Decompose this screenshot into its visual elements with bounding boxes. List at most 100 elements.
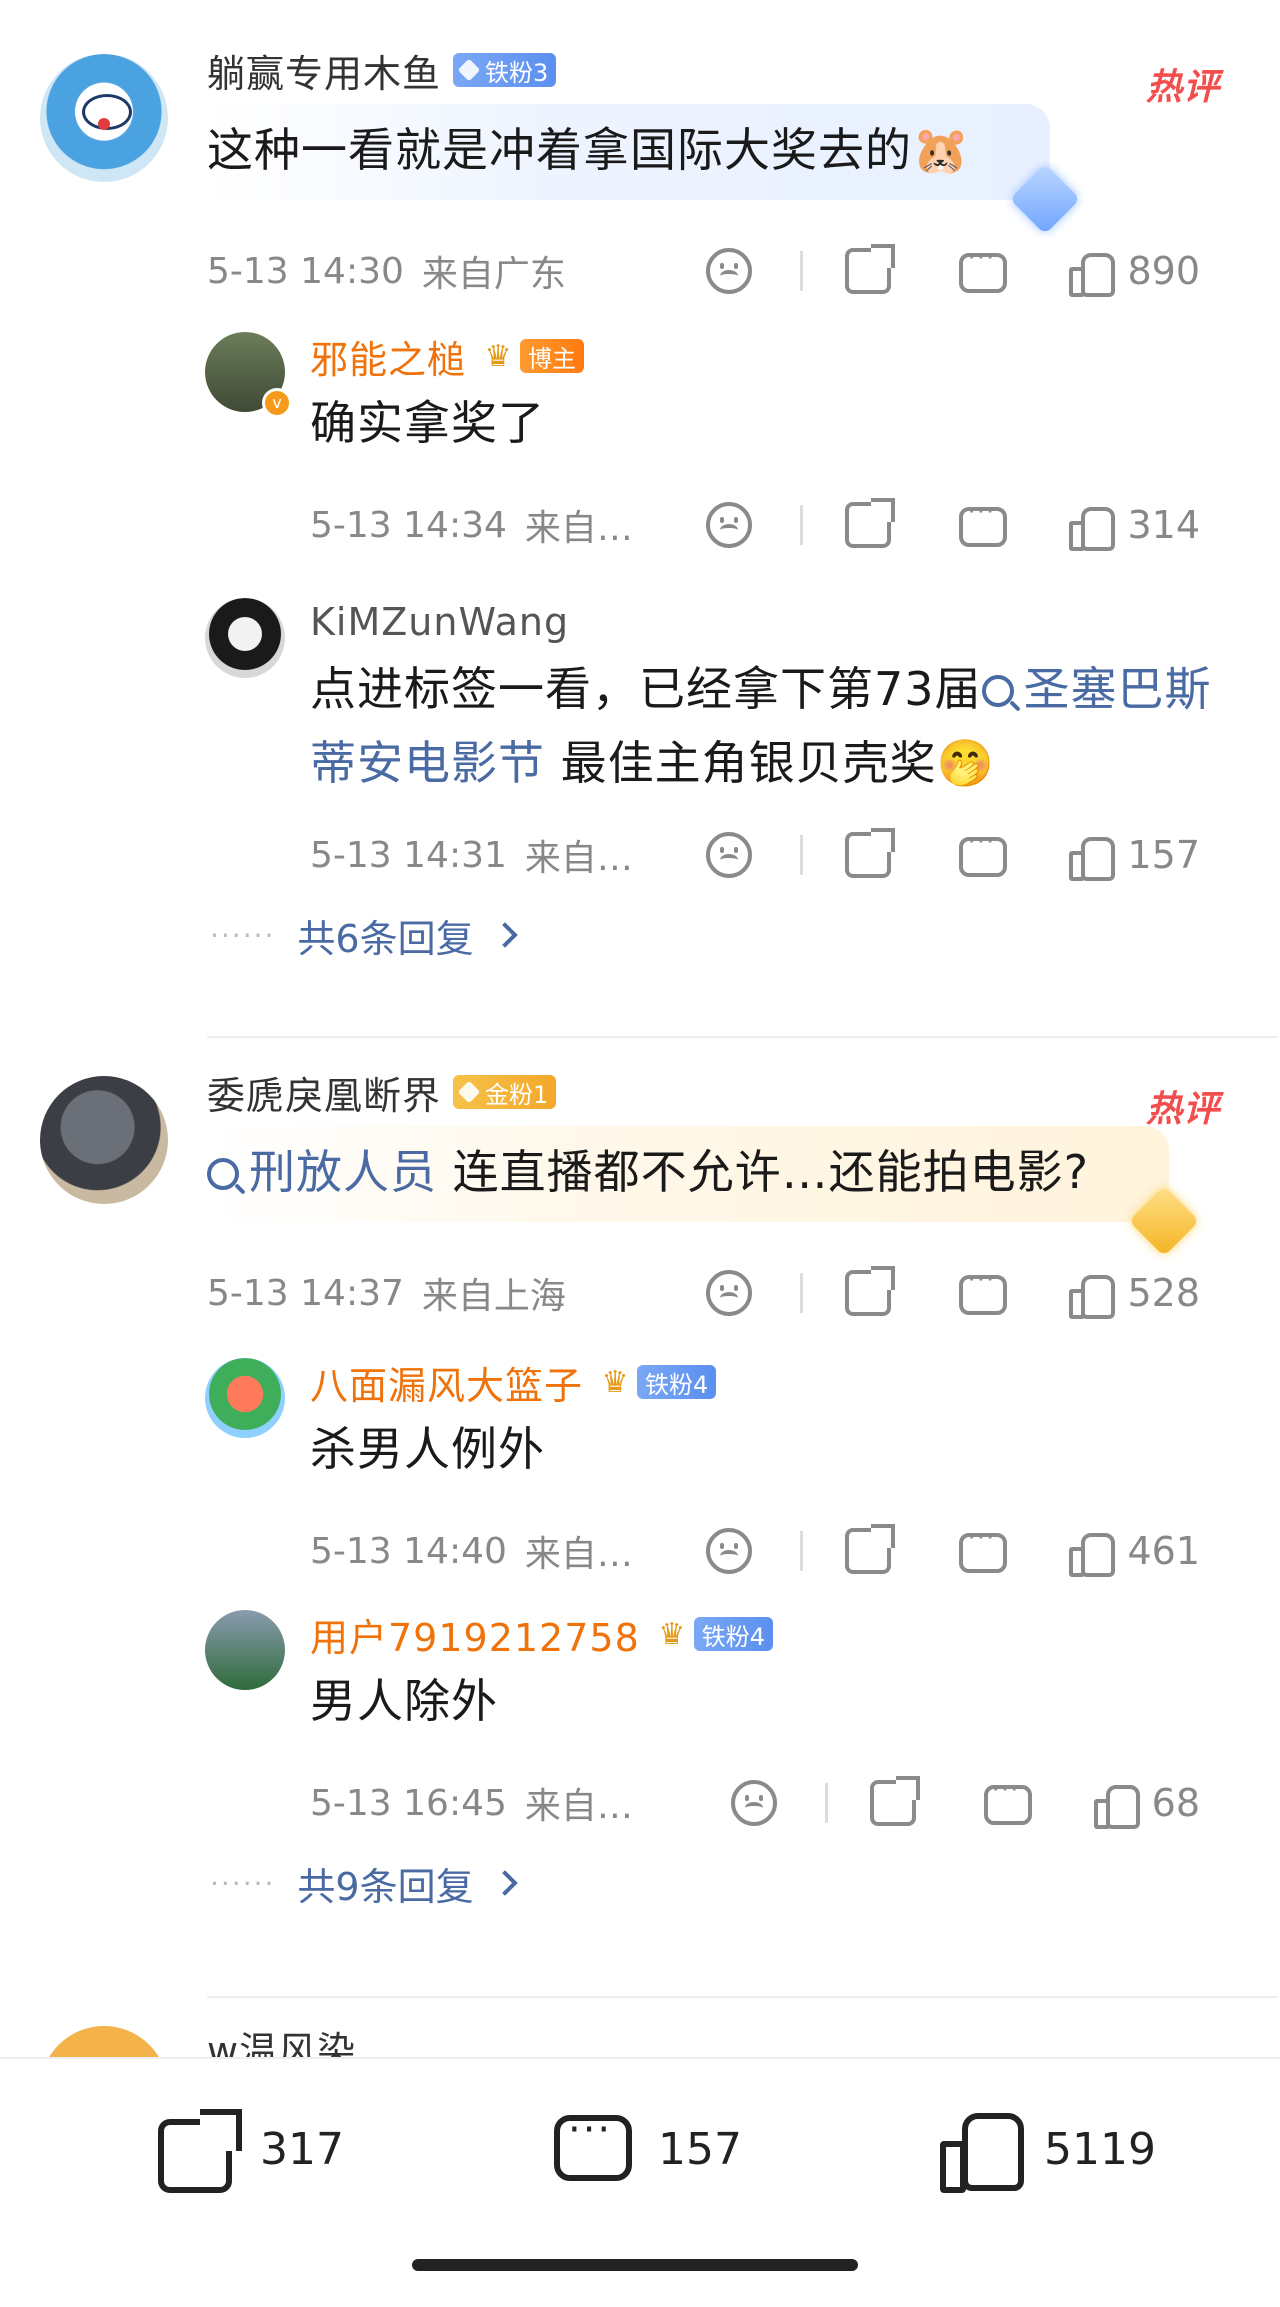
- dislike-button[interactable]: [706, 1528, 753, 1574]
- crown-icon: ♛: [484, 338, 512, 374]
- reply-text-prefix: 点进标签一看，已经拿下第73届: [310, 662, 982, 716]
- comment-header: 躺赢专用木鱼 铁粉3: [207, 40, 1240, 100]
- hot-comment-tag: 热评: [1145, 67, 1220, 108]
- comment-body: 这种一看就是冲着拿国际大奖去的: [207, 123, 912, 177]
- like-button[interactable]: 528: [1069, 1271, 1200, 1319]
- username[interactable]: 用户7919212758: [310, 1607, 640, 1662]
- like-button[interactable]: 461: [1069, 1529, 1200, 1577]
- reply-actions: 157: [706, 810, 1200, 900]
- thumbs-up-icon: [1093, 1781, 1140, 1829]
- comment-button[interactable]: ··· 157: [554, 2107, 742, 2189]
- username[interactable]: 八面漏风大篮子: [310, 1355, 583, 1410]
- username[interactable]: 躺赢专用木鱼: [207, 43, 441, 98]
- dislike-button[interactable]: [730, 1780, 777, 1826]
- reply-meta: 5-13 14:40 来自… 461: [310, 1506, 1240, 1596]
- comment-text: 这种一看就是冲着拿国际大奖去的🐹: [207, 104, 1081, 235]
- reply-button[interactable]: [959, 1265, 1008, 1315]
- share-button[interactable]: [845, 828, 896, 878]
- thumbs-up-icon: [1069, 1529, 1116, 1577]
- like-count: 890: [1127, 249, 1200, 293]
- share-button[interactable]: [845, 244, 896, 294]
- dislike-button[interactable]: [706, 832, 753, 878]
- topic-link[interactable]: 刑放人员: [207, 1145, 437, 1199]
- sad-face-icon: [706, 248, 753, 294]
- sad-face-icon: [706, 502, 753, 548]
- timestamp: 5-13 14:40: [310, 1530, 507, 1572]
- more-replies-link[interactable]: ······ 共9条回复: [0, 1848, 1280, 1918]
- comment-text: 刑放人员 连直播都不允许…还能拍电影?: [207, 1126, 1200, 1257]
- username[interactable]: KiMZunWang: [310, 600, 569, 644]
- hot-comment-tag: 热评: [1145, 1089, 1220, 1130]
- comment-actions: 890: [706, 226, 1200, 316]
- like-count: 461: [1127, 1529, 1200, 1573]
- capybara-emoji: 🐹: [912, 123, 971, 177]
- dislike-button[interactable]: [706, 502, 753, 548]
- username[interactable]: 委虒戾凰断界: [207, 1065, 441, 1120]
- next-comment-peek: w温风染: [0, 2000, 1280, 2057]
- dislike-button[interactable]: [706, 248, 753, 294]
- reply-button[interactable]: [959, 497, 1008, 547]
- comment-icon: [959, 827, 1008, 877]
- search-icon: [207, 1158, 239, 1190]
- avatar[interactable]: [40, 2026, 168, 2057]
- like-count: 5119: [1044, 2123, 1156, 2175]
- comment-icon: [959, 497, 1008, 547]
- sad-face-icon: [706, 1270, 753, 1316]
- comment-header: 委虒戾凰断界 金粉1: [207, 1062, 1240, 1122]
- reply-meta: 5-13 14:31 来自… 157: [310, 810, 1240, 900]
- comment-thread-2: 委虒戾凰断界 金粉1 热评 刑放人员 连直播都不允许…还能拍电影? 5-13 1…: [0, 1062, 1280, 1918]
- dislike-button[interactable]: [706, 1270, 753, 1316]
- share-icon: [845, 828, 896, 878]
- reply-button[interactable]: [959, 243, 1008, 293]
- crown-icon: ♛: [658, 1616, 686, 1652]
- sad-face-icon: [706, 832, 753, 878]
- username[interactable]: w温风染: [207, 2020, 356, 2057]
- chevron-right-icon: [491, 922, 518, 948]
- username[interactable]: 邪能之槌: [310, 329, 466, 384]
- divider: [800, 835, 804, 875]
- gold-gem-decoration-icon: [1128, 1185, 1200, 1257]
- thumbs-up-icon: [1069, 503, 1116, 551]
- topic-link-label: 刑放人员: [249, 1145, 437, 1199]
- reply-item: v 邪能之槌 ♛ 博主 确实拿奖了 5-13 14:34 来自… 314: [0, 326, 1280, 570]
- reply-button[interactable]: [983, 1775, 1032, 1825]
- reply-text: 点进标签一看，已经拿下第73届 圣塞巴斯蒂安电影节 最佳主角银贝壳奖🤭: [310, 652, 1240, 800]
- comment-icon: ···: [554, 2107, 634, 2189]
- location: 来自…: [524, 1534, 633, 1575]
- like-button[interactable]: 890: [1069, 249, 1200, 297]
- like-button[interactable]: 314: [1069, 503, 1200, 551]
- thumbs-up-icon: [1069, 1271, 1116, 1319]
- comment-icon: [959, 1523, 1008, 1573]
- location: 来自广东: [421, 254, 566, 295]
- comment-thread-1: 躺赢专用木鱼 铁粉3 热评 这种一看就是冲着拿国际大奖去的🐹 5-13 14:3…: [0, 40, 1280, 970]
- thumbs-up-icon: [940, 2109, 1024, 2193]
- reply-button[interactable]: [959, 827, 1008, 877]
- comment-icon: [983, 1775, 1032, 1825]
- like-count: 314: [1127, 503, 1200, 547]
- reply-meta: 5-13 16:45 来自… 68: [310, 1758, 1240, 1848]
- like-button[interactable]: 5119: [940, 2109, 1156, 2193]
- share-button[interactable]: [845, 498, 896, 548]
- fan-badge: 铁粉4: [693, 1617, 774, 1651]
- share-button[interactable]: [845, 1524, 896, 1574]
- fan-badge: 金粉1: [453, 1075, 557, 1109]
- comment-actions: 528: [706, 1248, 1200, 1338]
- more-replies-link[interactable]: ······ 共6条回复: [0, 900, 1280, 970]
- reply-actions: 314: [706, 480, 1200, 570]
- thread-divider: [207, 1996, 1277, 1998]
- shush-emoji: 🤭: [936, 736, 995, 790]
- divider: [800, 251, 804, 291]
- share-button[interactable]: [869, 1776, 920, 1826]
- home-indicator: [412, 2259, 858, 2271]
- reply-item: 用户7919212758 ♛ 铁粉4 男人除外 5-13 16:45 来自… 6…: [0, 1604, 1280, 1848]
- share-button[interactable]: [845, 1266, 896, 1316]
- location: 来自…: [524, 1786, 633, 1827]
- like-count: 68: [1151, 1781, 1200, 1825]
- like-button[interactable]: 157: [1069, 833, 1200, 881]
- repost-button[interactable]: 317: [156, 2109, 344, 2193]
- comment-body: 连直播都不允许…还能拍电影?: [437, 1145, 1090, 1199]
- share-icon: [845, 244, 896, 294]
- like-button[interactable]: 68: [1093, 1781, 1200, 1829]
- blogger-badge: 博主: [520, 339, 585, 373]
- reply-button[interactable]: [959, 1523, 1008, 1573]
